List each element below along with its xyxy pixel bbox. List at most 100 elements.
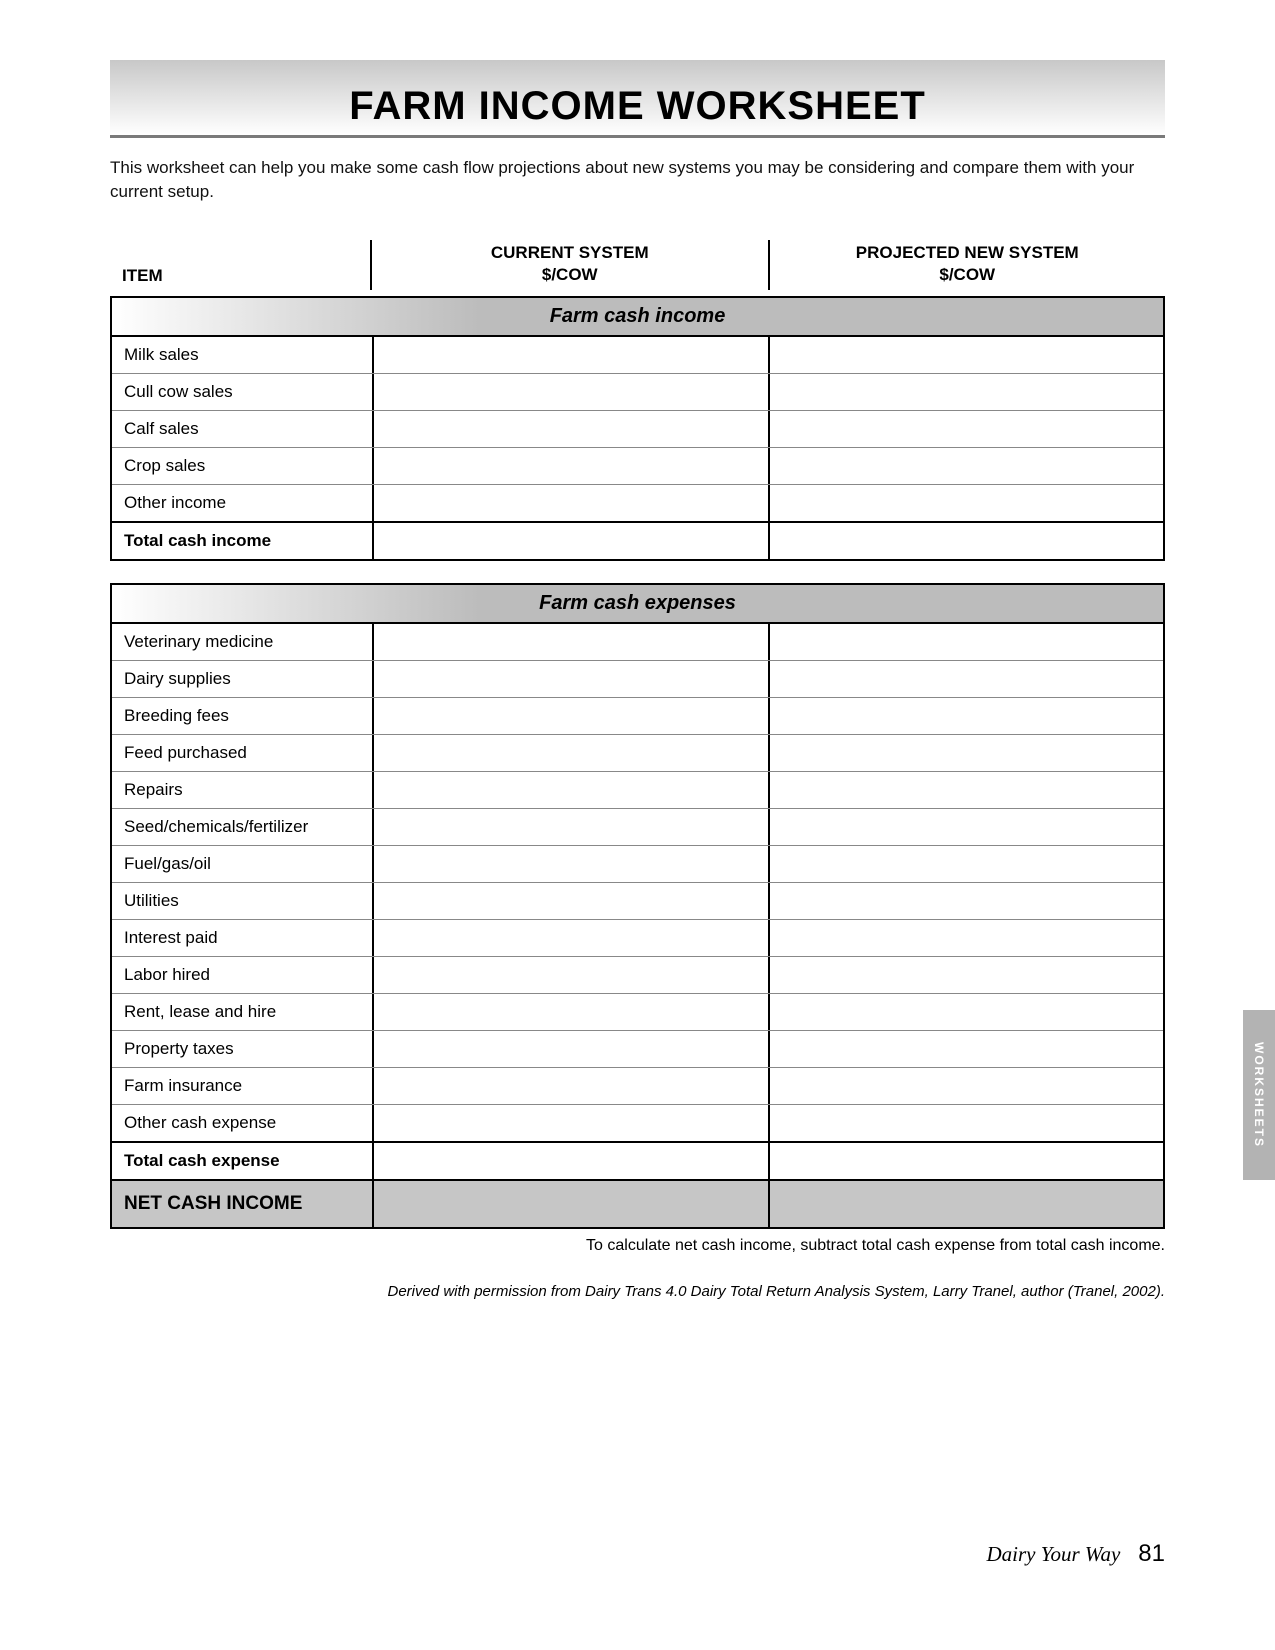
income-total-current[interactable]: [372, 523, 768, 559]
attribution-text: Derived with permission from Dairy Trans…: [110, 1283, 1165, 1300]
expenses-total-projected[interactable]: [768, 1143, 1164, 1179]
row-label: Other cash expense: [112, 1105, 372, 1141]
row-current-cell[interactable]: [372, 1105, 768, 1141]
row-projected-cell[interactable]: [768, 772, 1164, 808]
net-cash-income-label: NET CASH INCOME: [112, 1181, 372, 1227]
row-projected-cell[interactable]: [768, 1105, 1164, 1141]
income-total-label: Total cash income: [112, 523, 372, 559]
row-projected-cell[interactable]: [768, 883, 1164, 919]
row-label: Calf sales: [112, 411, 372, 447]
table-row: Utilities: [112, 883, 1163, 920]
table-row: Property taxes: [112, 1031, 1163, 1068]
table-row: Rent, lease and hire: [112, 994, 1163, 1031]
footer-page-number: 81: [1138, 1540, 1165, 1568]
row-projected-cell[interactable]: [768, 809, 1164, 845]
page-footer: Dairy Your Way 81: [986, 1540, 1165, 1568]
column-header-current-line1: CURRENT SYSTEM: [491, 243, 649, 262]
row-label: Dairy supplies: [112, 661, 372, 697]
row-current-cell[interactable]: [372, 337, 768, 373]
row-current-cell[interactable]: [372, 698, 768, 734]
row-projected-cell[interactable]: [768, 411, 1164, 447]
expenses-section: Farm cash expenses Veterinary medicineDa…: [110, 583, 1165, 1229]
row-label: Utilities: [112, 883, 372, 919]
row-current-cell[interactable]: [372, 374, 768, 410]
row-projected-cell[interactable]: [768, 957, 1164, 993]
column-header-projected-line2: $/COW: [939, 265, 995, 284]
table-row: Milk sales: [112, 337, 1163, 374]
row-current-cell[interactable]: [372, 772, 768, 808]
row-label: Other income: [112, 485, 372, 521]
table-row: Repairs: [112, 772, 1163, 809]
calculation-note: To calculate net cash income, subtract t…: [110, 1237, 1165, 1255]
row-projected-cell[interactable]: [768, 485, 1164, 521]
column-header-item: ITEM: [110, 240, 370, 290]
row-projected-cell[interactable]: [768, 1068, 1164, 1104]
expenses-total-current[interactable]: [372, 1143, 768, 1179]
row-label: Breeding fees: [112, 698, 372, 734]
column-header-projected: PROJECTED NEW SYSTEM $/COW: [768, 240, 1166, 290]
net-cash-income-projected[interactable]: [768, 1181, 1164, 1227]
row-current-cell[interactable]: [372, 809, 768, 845]
row-projected-cell[interactable]: [768, 624, 1164, 660]
row-label: Property taxes: [112, 1031, 372, 1067]
row-current-cell[interactable]: [372, 1068, 768, 1104]
income-total-projected[interactable]: [768, 523, 1164, 559]
row-label: Milk sales: [112, 337, 372, 373]
row-projected-cell[interactable]: [768, 661, 1164, 697]
row-label: Veterinary medicine: [112, 624, 372, 660]
row-projected-cell[interactable]: [768, 698, 1164, 734]
row-label: Crop sales: [112, 448, 372, 484]
row-label: Fuel/gas/oil: [112, 846, 372, 882]
row-label: Interest paid: [112, 920, 372, 956]
row-projected-cell[interactable]: [768, 374, 1164, 410]
row-current-cell[interactable]: [372, 624, 768, 660]
table-row: Cull cow sales: [112, 374, 1163, 411]
column-headers: ITEM CURRENT SYSTEM $/COW PROJECTED NEW …: [110, 240, 1165, 290]
side-tab-worksheets: WORKSHEETS: [1243, 1010, 1275, 1180]
row-current-cell[interactable]: [372, 846, 768, 882]
row-projected-cell[interactable]: [768, 1031, 1164, 1067]
expenses-total-row: Total cash expense: [112, 1141, 1163, 1179]
table-row: Feed purchased: [112, 735, 1163, 772]
table-row: Veterinary medicine: [112, 624, 1163, 661]
net-cash-income-row: NET CASH INCOME: [112, 1179, 1163, 1227]
column-header-current-line2: $/COW: [542, 265, 598, 284]
row-current-cell[interactable]: [372, 957, 768, 993]
table-row: Fuel/gas/oil: [112, 846, 1163, 883]
column-header-current: CURRENT SYSTEM $/COW: [370, 240, 768, 290]
row-current-cell[interactable]: [372, 994, 768, 1030]
row-projected-cell[interactable]: [768, 920, 1164, 956]
table-row: Other cash expense: [112, 1105, 1163, 1141]
row-current-cell[interactable]: [372, 920, 768, 956]
row-projected-cell[interactable]: [768, 448, 1164, 484]
table-row: Labor hired: [112, 957, 1163, 994]
row-projected-cell[interactable]: [768, 337, 1164, 373]
table-row: Crop sales: [112, 448, 1163, 485]
income-heading: Farm cash income: [112, 298, 1163, 337]
row-label: Cull cow sales: [112, 374, 372, 410]
intro-text: This worksheet can help you make some ca…: [110, 156, 1165, 204]
table-row: Dairy supplies: [112, 661, 1163, 698]
table-row: Farm insurance: [112, 1068, 1163, 1105]
income-section: Farm cash income Milk salesCull cow sale…: [110, 296, 1165, 561]
row-projected-cell[interactable]: [768, 846, 1164, 882]
row-current-cell[interactable]: [372, 661, 768, 697]
row-label: Feed purchased: [112, 735, 372, 771]
page-title: FARM INCOME WORKSHEET: [349, 84, 926, 129]
table-row: Other income: [112, 485, 1163, 521]
row-current-cell[interactable]: [372, 411, 768, 447]
row-label: Farm insurance: [112, 1068, 372, 1104]
expenses-total-label: Total cash expense: [112, 1143, 372, 1179]
row-current-cell[interactable]: [372, 735, 768, 771]
table-row: Interest paid: [112, 920, 1163, 957]
row-projected-cell[interactable]: [768, 994, 1164, 1030]
row-projected-cell[interactable]: [768, 735, 1164, 771]
row-current-cell[interactable]: [372, 448, 768, 484]
row-current-cell[interactable]: [372, 485, 768, 521]
row-current-cell[interactable]: [372, 883, 768, 919]
page-header: FARM INCOME WORKSHEET: [110, 60, 1165, 138]
net-cash-income-current[interactable]: [372, 1181, 768, 1227]
row-current-cell[interactable]: [372, 1031, 768, 1067]
row-label: Rent, lease and hire: [112, 994, 372, 1030]
column-header-projected-line1: PROJECTED NEW SYSTEM: [856, 243, 1079, 262]
